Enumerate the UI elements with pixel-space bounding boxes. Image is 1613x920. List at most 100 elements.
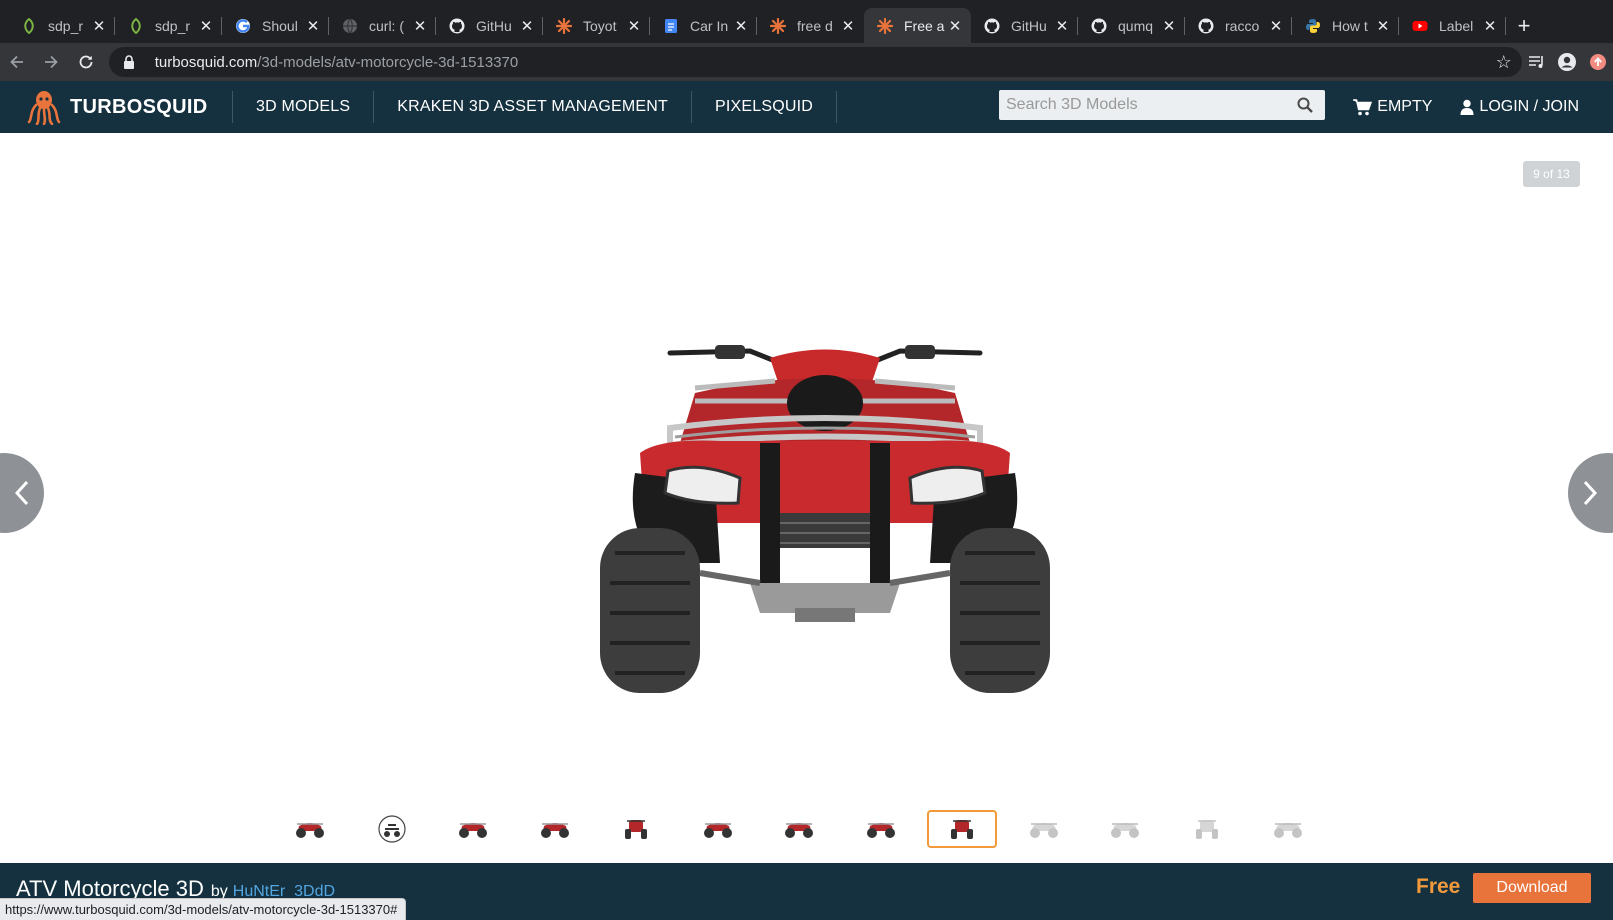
tab-separator xyxy=(1505,17,1506,35)
address-url: turbosquid.com/3d-models/atv-motorcycle-… xyxy=(155,54,1496,71)
address-bar[interactable]: turbosquid.com/3d-models/atv-motorcycle-… xyxy=(108,47,1522,77)
thumbnail-10[interactable] xyxy=(1009,810,1079,848)
browser-tab[interactable]: Car In ✕ xyxy=(650,8,757,43)
url-host: turbosquid.com xyxy=(154,53,258,71)
close-tab-icon[interactable]: ✕ xyxy=(1482,18,1498,35)
thumbnail-3[interactable] xyxy=(438,810,508,848)
profile-button[interactable] xyxy=(1552,47,1582,77)
turbosquid-logo[interactable]: TURBOSQUID xyxy=(0,89,232,125)
login-button[interactable]: LOGIN / JOIN xyxy=(1460,98,1579,116)
thumbnail-6[interactable] xyxy=(683,810,753,848)
thumbnail-8[interactable] xyxy=(846,810,916,848)
close-tab-icon[interactable]: ✕ xyxy=(305,18,321,35)
back-button[interactable] xyxy=(0,47,34,77)
search-input[interactable] xyxy=(1006,96,1297,114)
browser-tab[interactable]: free d ✕ xyxy=(757,8,864,43)
close-tab-icon[interactable]: ✕ xyxy=(1054,18,1070,35)
thumbnail-2[interactable] xyxy=(357,810,427,848)
nav-kraken[interactable]: KRAKEN 3D ASSET MANAGEMENT xyxy=(374,98,691,116)
browser-tab[interactable]: qumq ✕ xyxy=(1078,8,1185,43)
chevron-right-icon xyxy=(1583,480,1598,506)
thumbnail-1[interactable] xyxy=(275,810,345,848)
tab-title: sdp_r xyxy=(48,17,84,34)
close-tab-icon[interactable]: ✕ xyxy=(626,18,642,35)
atv-thumbnail-image xyxy=(540,823,569,838)
login-label: LOGIN / JOIN xyxy=(1479,98,1579,115)
github-icon xyxy=(983,17,1001,35)
atv-thumbnail-image xyxy=(625,820,647,839)
shopping-cart-icon xyxy=(1353,98,1373,115)
thumbnail-9[interactable] xyxy=(927,810,997,848)
cart-button[interactable]: EMPTY xyxy=(1353,98,1432,116)
python-icon xyxy=(1304,17,1322,35)
atv-thumbnail-image xyxy=(785,823,813,838)
atv-thumbnail-image xyxy=(951,820,973,839)
browser-tab[interactable]: Toyot ✕ xyxy=(543,8,650,43)
atv-thumbnail-image xyxy=(1274,823,1302,838)
close-tab-icon[interactable]: ✕ xyxy=(840,18,856,35)
header-actions: EMPTY LOGIN / JOIN xyxy=(1325,81,1579,133)
browser-tab[interactable]: curl: ( ✕ xyxy=(329,8,436,43)
browser-tab[interactable]: GitHu ✕ xyxy=(436,8,543,43)
tab-title: curl: ( xyxy=(369,17,404,34)
new-tab-button[interactable]: + xyxy=(1506,8,1542,43)
tab-title: sdp_r xyxy=(155,17,191,34)
browser-tab-strip: sdp_r ✕ sdp_r ✕ Shoul ✕ curl: (✕ GitHu ✕ Toyot ✕ Ca… xyxy=(0,0,1613,43)
browser-tab[interactable]: Label ✕ xyxy=(1399,8,1506,43)
thumbnail-11[interactable] xyxy=(1090,810,1160,848)
atv-thumbnail-image xyxy=(296,823,324,838)
next-image-button[interactable] xyxy=(1568,453,1613,533)
update-arrow-icon xyxy=(1589,54,1606,70)
account-circle-icon xyxy=(1558,53,1577,71)
turbosquid-icon xyxy=(876,17,894,35)
atv-thumbnail-image xyxy=(703,823,732,838)
close-tab-icon[interactable]: ✕ xyxy=(1375,18,1391,35)
browser-tab[interactable]: racco ✕ xyxy=(1185,8,1292,43)
tab-title: Free a xyxy=(904,17,945,34)
browser-tab[interactable]: Free a ✕ xyxy=(864,8,971,43)
nav-pixelsquid[interactable]: PIXELSQUID xyxy=(692,98,836,116)
reload-button[interactable] xyxy=(68,47,102,77)
close-tab-icon[interactable]: ✕ xyxy=(198,18,214,35)
logo-text: TURBOSQUID xyxy=(70,95,208,118)
search-icon[interactable] xyxy=(1297,97,1313,113)
close-tab-icon[interactable]: ✕ xyxy=(1268,18,1284,35)
thumbnail-5[interactable] xyxy=(601,810,671,848)
squid-logo-icon xyxy=(27,91,61,125)
tab-title: Toyot xyxy=(583,17,617,34)
forward-button[interactable] xyxy=(34,47,68,77)
update-button[interactable] xyxy=(1583,47,1613,77)
atv-thumbnail-image xyxy=(377,815,406,843)
bookmark-star-icon[interactable]: ☆ xyxy=(1496,52,1512,73)
browser-tab[interactable]: sdp_r ✕ xyxy=(8,8,115,43)
browser-tab[interactable]: Shoul ✕ xyxy=(222,8,329,43)
arrow-left-icon xyxy=(10,55,24,69)
tab-title: GitHu xyxy=(476,17,512,34)
nav-3d-models[interactable]: 3D MODELS xyxy=(233,98,373,116)
close-tab-icon[interactable]: ✕ xyxy=(733,18,749,35)
close-tab-icon[interactable]: ✕ xyxy=(91,18,107,35)
thumbnail-13[interactable] xyxy=(1253,810,1323,848)
close-tab-icon[interactable]: ✕ xyxy=(947,18,963,35)
tab-title: Shoul xyxy=(262,17,298,34)
close-tab-icon[interactable]: ✕ xyxy=(519,18,535,35)
previous-image-button[interactable] xyxy=(0,453,44,533)
github-icon xyxy=(448,17,466,35)
browser-toolbar: turbosquid.com/3d-models/atv-motorcycle-… xyxy=(0,43,1613,81)
browser-tab[interactable]: GitHu ✕ xyxy=(971,8,1078,43)
model-viewer: 9 of 13 xyxy=(0,133,1613,863)
close-tab-icon[interactable]: ✕ xyxy=(412,18,428,35)
user-icon xyxy=(1460,99,1474,115)
thumbnail-7[interactable] xyxy=(764,810,834,848)
atv-thumbnail-image xyxy=(459,823,487,838)
google-icon xyxy=(234,17,252,35)
price-label: Free xyxy=(1416,875,1461,898)
thumbnail-4[interactable] xyxy=(520,810,590,848)
close-tab-icon[interactable]: ✕ xyxy=(1161,18,1177,35)
download-button[interactable]: Download xyxy=(1473,873,1591,903)
thumbnail-12[interactable] xyxy=(1172,810,1242,848)
browser-tab[interactable]: sdp_r ✕ xyxy=(115,8,222,43)
browser-tab[interactable]: How t ✕ xyxy=(1292,8,1399,43)
media-control-button[interactable] xyxy=(1522,47,1552,77)
google-docs-icon xyxy=(662,17,680,35)
